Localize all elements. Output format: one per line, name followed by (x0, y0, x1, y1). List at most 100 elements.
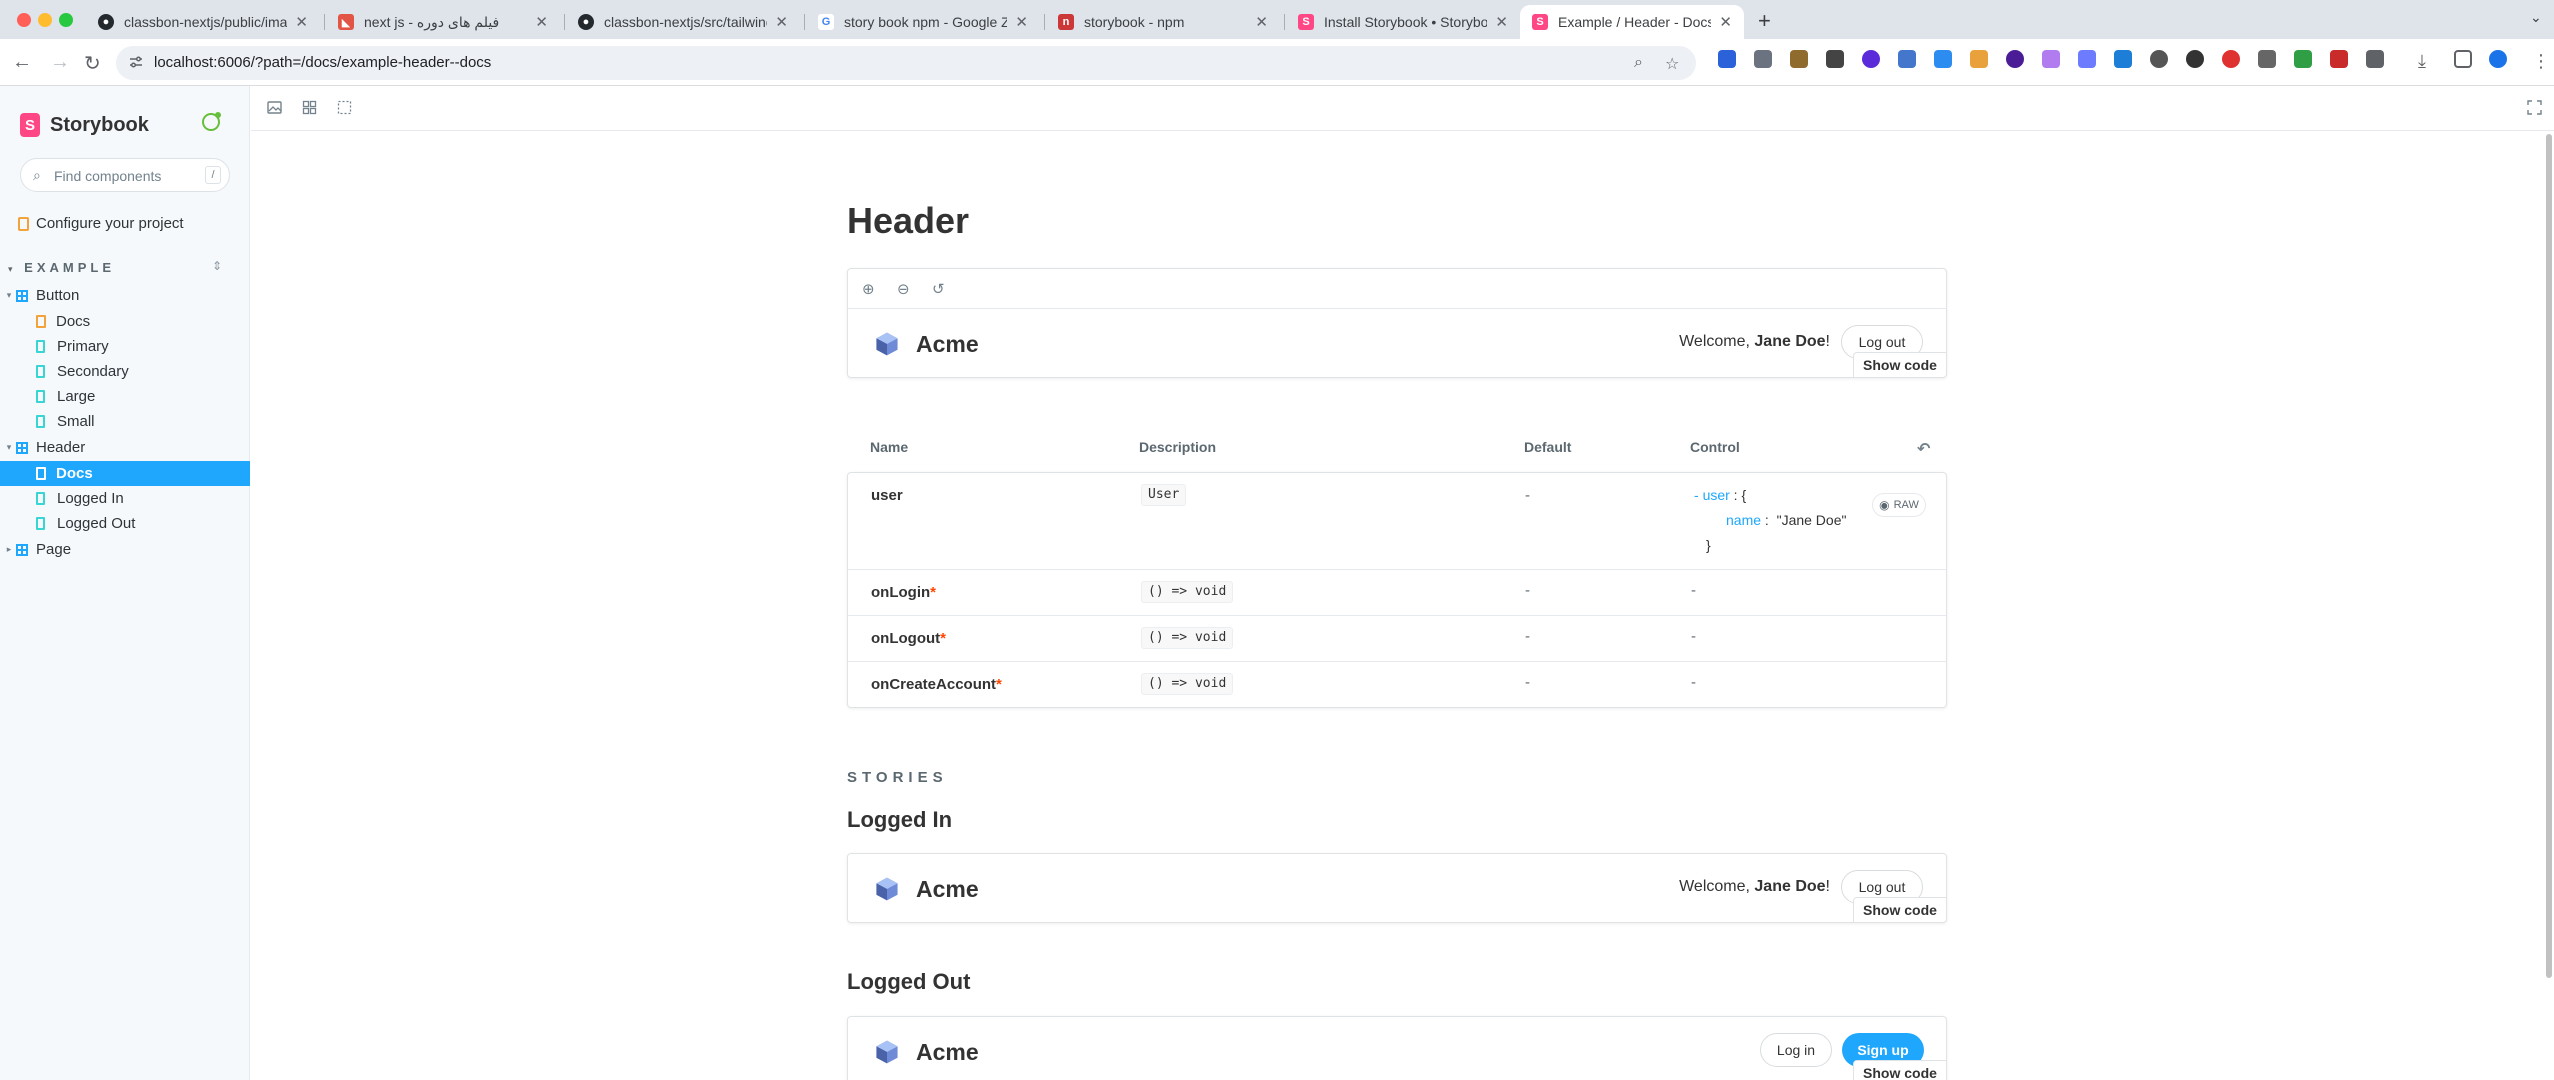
reload-button[interactable]: ↻ (84, 51, 101, 76)
storybook-icon: S (1298, 14, 1314, 30)
search-input[interactable]: ⌕ Find components / (20, 158, 230, 192)
outline-icon[interactable] (337, 100, 352, 115)
zoom-reset-icon[interactable]: ↺ (932, 280, 945, 298)
red-site-icon: ◣ (338, 14, 354, 30)
sidebar-item-logged-in[interactable]: Logged In (0, 486, 250, 511)
preview-toolbar (251, 86, 2554, 131)
storybook-logo-icon: S (20, 113, 40, 137)
close-tab-icon[interactable]: ✕ (1719, 13, 1732, 31)
zoom-in-icon[interactable]: ⊕ (862, 280, 875, 298)
extension-icon[interactable] (1970, 50, 1988, 68)
extension-icon[interactable] (1898, 50, 1916, 68)
browser-tab[interactable]: G story book npm - Google Zoo ✕ (806, 5, 1040, 39)
required-mark: * (940, 630, 946, 647)
close-tab-icon[interactable]: ✕ (775, 13, 788, 31)
extension-icon[interactable] (1790, 50, 1808, 68)
raw-toggle-button[interactable]: ◉ RAW (1872, 493, 1926, 517)
sidebar-item-header-docs[interactable]: Docs (0, 461, 250, 486)
extension-icon[interactable] (2150, 50, 2168, 68)
browser-tab[interactable]: S Install Storybook • Storybook ✕ (1286, 5, 1520, 39)
forward-button[interactable]: → (50, 51, 70, 74)
extension-icon[interactable] (1826, 50, 1844, 68)
side-panel-icon[interactable] (2454, 50, 2472, 68)
extension-icon[interactable] (1862, 50, 1880, 68)
table-row: onLogout* () => void - - (848, 615, 1946, 661)
sidebar-item-primary[interactable]: Primary (0, 334, 250, 359)
close-tab-icon[interactable]: ✕ (535, 13, 548, 31)
window-close-button[interactable] (17, 13, 31, 27)
sidebar-item-header[interactable]: ▾ Header (0, 435, 250, 460)
close-tab-icon[interactable]: ✕ (295, 13, 308, 31)
extension-icon[interactable] (1754, 50, 1772, 68)
sidebar-item-large[interactable]: Large (0, 384, 250, 409)
acme-logo-icon (876, 332, 898, 356)
sidebar-item-button[interactable]: ▾ Button (0, 283, 250, 308)
sidebar-item-button-docs[interactable]: Docs (0, 309, 250, 334)
acme-brand: Acme (916, 1039, 979, 1065)
back-button[interactable]: ← (12, 51, 32, 74)
show-code-button[interactable]: Show code (1853, 897, 1947, 923)
sidebar-item-secondary[interactable]: Secondary (0, 359, 250, 384)
grid-icon[interactable] (302, 100, 317, 115)
status-refresh-icon[interactable] (202, 112, 221, 131)
tab-search-chevron-icon[interactable]: ⌄ (2530, 9, 2542, 26)
extension-icon[interactable] (1718, 50, 1736, 68)
browser-tab[interactable]: ◣ next js - فیلم های دوره ✕ (326, 5, 560, 39)
chevron-down-icon: ▾ (8, 264, 13, 274)
browser-menu-icon[interactable]: ⋮ (2532, 51, 2550, 72)
extension-icon[interactable] (2078, 50, 2096, 68)
storybook-brand[interactable]: S Storybook (20, 113, 149, 137)
fullscreen-icon[interactable] (2527, 100, 2542, 115)
reset-controls-icon[interactable]: ↶ (1917, 439, 1930, 459)
browser-tab[interactable]: ● classbon-nextjs/src/tailwind/t ✕ (566, 5, 800, 39)
sidebar-item-page[interactable]: ▸ Page (0, 537, 250, 562)
sidebar-section-example[interactable]: ▾ EXAMPLE (8, 260, 115, 275)
extension-icon[interactable] (2258, 50, 2276, 68)
extension-icon[interactable] (2294, 50, 2312, 68)
background-image-icon[interactable] (267, 100, 282, 115)
extensions-puzzle-icon[interactable] (2366, 50, 2384, 68)
expand-collapse-icon[interactable]: ⇕ (212, 259, 222, 273)
component-icon (16, 441, 28, 454)
extension-icon[interactable] (2114, 50, 2132, 68)
chevron-right-icon: ▸ (6, 544, 12, 554)
configure-project-link[interactable]: Configure your project (18, 215, 184, 232)
close-tab-icon[interactable]: ✕ (1255, 13, 1268, 31)
close-tab-icon[interactable]: ✕ (1015, 13, 1028, 31)
extension-icon[interactable] (2006, 50, 2024, 68)
extension-icon[interactable] (2222, 50, 2240, 68)
sidebar-item-small[interactable]: Small (0, 409, 250, 434)
search-shortcut-key: / (205, 166, 221, 184)
preview-scrollbar[interactable] (2546, 134, 2552, 978)
show-code-button[interactable]: Show code (1853, 1060, 1947, 1080)
download-icon[interactable]: ⤓ (2418, 51, 2426, 72)
stories-heading: STORIES (847, 769, 948, 786)
extension-icon[interactable] (2330, 50, 2348, 68)
eye-icon: ◉ (1879, 498, 1890, 512)
extension-icon[interactable] (1934, 50, 1952, 68)
login-button[interactable]: Log in (1760, 1033, 1832, 1067)
storybook-sidebar: S Storybook ⌕ Find components / Configur… (0, 86, 250, 1080)
bookmark-star-icon[interactable]: ☆ (1665, 54, 1679, 74)
profile-avatar-icon[interactable] (2489, 50, 2507, 68)
browser-tab[interactable]: ● classbon-nextjs/public/images ✕ (86, 5, 320, 39)
user-object-control[interactable]: - user : { name : "Jane Doe" } (1694, 483, 1846, 558)
page-title: Header (847, 200, 970, 241)
url-text: localhost:6006/?path=/docs/example-heade… (154, 54, 492, 71)
table-row: user User - - user : { name : "Jane Doe"… (848, 473, 1946, 569)
window-minimize-button[interactable] (38, 13, 52, 27)
site-info-icon[interactable] (128, 54, 144, 70)
extension-icon[interactable] (2186, 50, 2204, 68)
browser-tab-active[interactable]: S Example / Header - Docs • St ✕ (1520, 5, 1744, 39)
window-zoom-button[interactable] (59, 13, 73, 27)
new-tab-button[interactable]: + (1758, 8, 1771, 34)
show-code-button[interactable]: Show code (1853, 352, 1947, 378)
args-table-header: Name Description Default Control ↶ (870, 439, 1931, 459)
sidebar-item-logged-out[interactable]: Logged Out (0, 511, 250, 536)
browser-tab[interactable]: n storybook - npm ✕ (1046, 5, 1280, 39)
address-bar[interactable]: localhost:6006/?path=/docs/example-heade… (116, 46, 1696, 80)
extension-icon[interactable] (2042, 50, 2060, 68)
zoom-out-icon[interactable]: ⊖ (897, 280, 910, 298)
zoom-icon[interactable]: ⌕ (1634, 54, 1643, 72)
close-tab-icon[interactable]: ✕ (1495, 13, 1508, 31)
